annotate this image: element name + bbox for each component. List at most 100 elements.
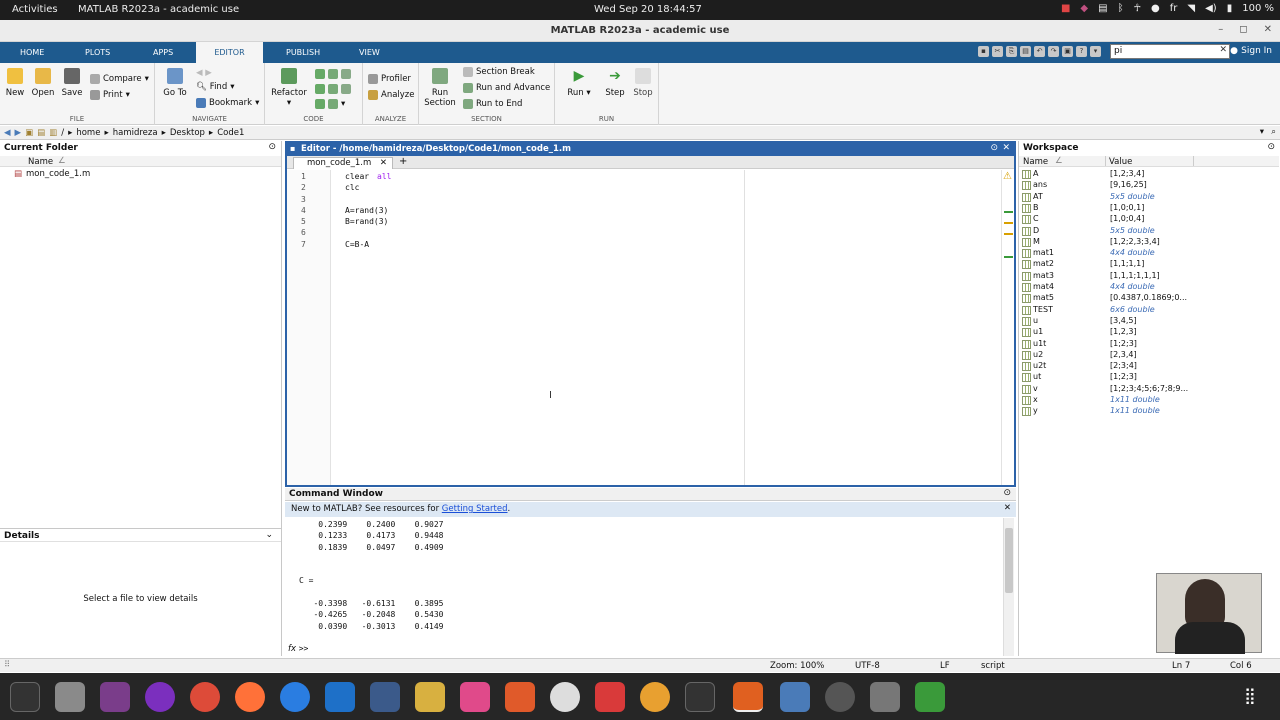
tab-view[interactable]: VIEW [349, 42, 390, 63]
name-column-header[interactable]: Name ∠ [0, 156, 281, 167]
up-folder-icon[interactable]: ▣ [25, 128, 33, 138]
workspace-variable-row[interactable]: TEST 6x6 double [1019, 305, 1259, 316]
list-item[interactable]: ▤ mon_code_1.m [14, 169, 90, 179]
panel-options-icon[interactable]: ⊙ [268, 142, 276, 152]
control-center-icon[interactable] [780, 682, 810, 712]
files-icon[interactable] [55, 682, 85, 712]
new-tab-icon[interactable]: + [399, 156, 407, 167]
code-line[interactable]: 7 C=B-A [287, 240, 987, 251]
run-to-end-button[interactable]: Run to End [463, 99, 522, 109]
user-icon[interactable]: ● [1230, 46, 1238, 56]
browse-folder-icon[interactable]: ▤ [37, 128, 45, 138]
code-line[interactable]: 2 clc [287, 183, 987, 194]
clock[interactable]: Wed Sep 20 18:44:57 [594, 4, 702, 15]
back-icon[interactable]: ◀ [4, 128, 11, 138]
ok-marker[interactable] [1004, 256, 1013, 258]
code-tools-row-2[interactable] [315, 84, 351, 94]
print-button[interactable]: Print ▾ [90, 90, 130, 100]
workspace-variable-row[interactable]: u2 [2,3,4] [1019, 350, 1259, 361]
command-output[interactable]: 0.2399 0.2400 0.9027 0.1233 0.4173 0.944… [299, 520, 999, 644]
value-column-label[interactable]: Value [1109, 157, 1132, 167]
app-icon[interactable] [460, 682, 490, 712]
workspace-variable-row[interactable]: mat4 4x4 double [1019, 282, 1259, 293]
minimize-icon[interactable]: – [1218, 24, 1223, 35]
activities-button[interactable]: Activities [12, 4, 58, 15]
run-and-advance-button[interactable]: Run and Advance [463, 83, 550, 93]
inkscape-icon[interactable] [550, 682, 580, 712]
firefox-icon[interactable] [235, 682, 265, 712]
software-center-icon[interactable] [505, 682, 535, 712]
path-home[interactable]: home [76, 128, 100, 138]
cut-icon[interactable]: ✂ [992, 46, 1003, 57]
path-dropdown-icon[interactable]: ▾ [1260, 127, 1264, 137]
find-button[interactable]: 🔍︎ Find ▾ [196, 82, 235, 92]
terminal-icon[interactable] [10, 682, 40, 712]
run-section-button[interactable]: Run Section [423, 68, 457, 108]
save-button[interactable]: Save [57, 68, 87, 98]
details-header[interactable]: Details ⌄ [0, 528, 281, 542]
magnifier-icon[interactable] [640, 682, 670, 712]
workspace-variable-row[interactable]: u2t [2;3;4] [1019, 361, 1259, 372]
workspace-variable-row[interactable]: y 1x11 double [1019, 406, 1259, 417]
forward-icon[interactable]: ▶ [15, 128, 22, 138]
chrome-dev-icon[interactable] [190, 682, 220, 712]
tab-apps[interactable]: APPS [143, 42, 183, 63]
warning-marker[interactable] [1004, 233, 1013, 235]
disk-icon[interactable] [825, 682, 855, 712]
bookmark-button[interactable]: Bookmark ▾ [196, 98, 259, 108]
scroll-thumb[interactable] [1005, 528, 1013, 593]
workspace-variable-row[interactable]: v [1;2;3;4;5;6;7;8;9... [1019, 384, 1259, 395]
teapot-icon[interactable] [415, 682, 445, 712]
brave-icon[interactable] [100, 682, 130, 712]
close-banner-icon[interactable]: ✕ [1004, 503, 1011, 513]
function-browser-icon[interactable]: fx [288, 644, 296, 654]
anydesk-icon[interactable] [595, 682, 625, 712]
code-line[interactable]: 6 [287, 228, 987, 239]
path-user[interactable]: hamidreza [113, 128, 158, 138]
workspace-variable-row[interactable]: A [1,2;3,4] [1019, 169, 1259, 180]
editor-options-icon[interactable]: ⊙ [990, 143, 998, 153]
tab-editor[interactable]: EDITOR [196, 42, 263, 63]
workspace-variable-row[interactable]: AT 5x5 double [1019, 192, 1259, 203]
search-documentation-input[interactable]: pi ✕ [1110, 44, 1230, 59]
browser-icon[interactable] [280, 682, 310, 712]
file-tab[interactable]: mon_code_1.m ✕ [293, 157, 393, 169]
getting-started-link[interactable]: Getting Started [442, 504, 508, 514]
name-column-label[interactable]: Name [1023, 157, 1048, 167]
copy-icon[interactable]: ⎘ [1006, 46, 1017, 57]
active-app-label[interactable]: MATLAB R2023a - academic use [78, 4, 239, 15]
panel-options-icon[interactable]: ⊙ [1003, 488, 1011, 498]
column-divider[interactable] [1193, 156, 1194, 166]
close-tab-icon[interactable]: ✕ [380, 158, 387, 168]
new-button[interactable]: New [0, 68, 30, 98]
compare-button[interactable]: Compare ▾ [90, 74, 149, 84]
profiler-button[interactable]: Profiler [368, 74, 411, 84]
ok-marker[interactable] [1004, 211, 1013, 213]
path-code1[interactable]: Code1 [217, 128, 244, 138]
search-folder-icon[interactable]: ▥ [49, 128, 57, 138]
run-button[interactable]: ▶ Run ▾ [564, 68, 594, 98]
tab-plots[interactable]: PLOTS [75, 42, 120, 63]
command-prompt[interactable]: fx >> [288, 644, 308, 654]
workspace-variable-row[interactable]: D 5x5 double [1019, 226, 1259, 237]
close-editor-icon[interactable]: ✕ [1002, 143, 1010, 153]
workspace-variable-row[interactable]: ans [9,16,25] [1019, 180, 1259, 191]
warning-marker[interactable] [1004, 222, 1013, 224]
workspace-variable-row[interactable]: mat1 4x4 double [1019, 248, 1259, 259]
step-button[interactable]: ➔ Step [600, 68, 630, 98]
command-scrollbar[interactable] [1003, 518, 1014, 656]
code-tools-row-3[interactable]: ▾ [315, 99, 345, 109]
paste-icon[interactable]: ▤ [1020, 46, 1031, 57]
code-area[interactable]: 1 clear all 2 clc 3 4 A=rand(3) 5 B=rand(3) 6 7 C=B… [287, 172, 987, 251]
podcast-icon[interactable] [145, 682, 175, 712]
path-desktop[interactable]: Desktop [170, 128, 205, 138]
code-line[interactable]: 5 B=rand(3) [287, 217, 987, 228]
refactor-button[interactable]: Refactor ▾ [270, 68, 308, 108]
analyze-button[interactable]: Analyze [368, 90, 415, 100]
tab-home[interactable]: HOME [10, 42, 54, 63]
workspace-variable-row[interactable]: u1 [1,2,3] [1019, 327, 1259, 338]
system-monitor-icon[interactable] [685, 682, 715, 712]
trash-icon[interactable] [915, 682, 945, 712]
path-root[interactable]: / [61, 128, 64, 138]
save-icon[interactable]: ▪ [978, 46, 989, 57]
